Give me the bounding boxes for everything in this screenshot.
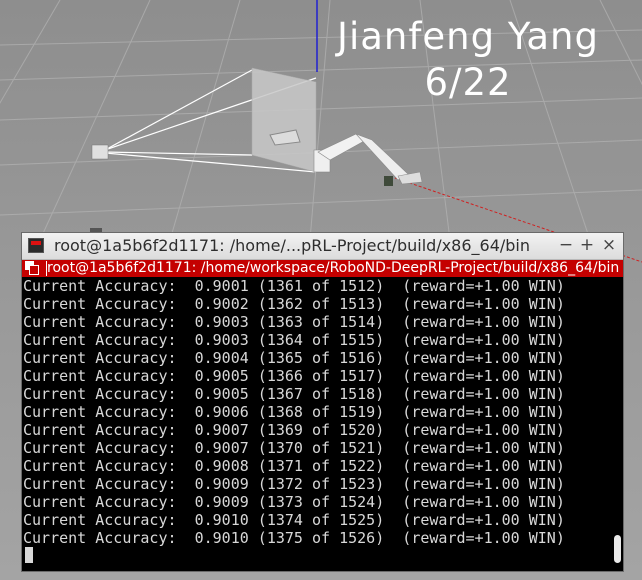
terminal-line: Current Accuracy: 0.9007 (1370 of 1521) … [23,439,565,457]
terminal-line: Current Accuracy: 0.9005 (1366 of 1517) … [23,367,565,385]
terminal-line: Current Accuracy: 0.9008 (1371 of 1522) … [23,457,565,475]
terminal-line: Current Accuracy: 0.9009 (1372 of 1523) … [23,475,565,493]
terminal-titlebar[interactable]: root@1a5b6f2d1171: /home/...pRL-Project/… [22,233,623,260]
maximize-button[interactable]: + [578,235,596,255]
terminal-line: Current Accuracy: 0.9007 (1369 of 1520) … [23,421,565,439]
tab-terminal[interactable]: root@1a5b6f2d1171: /home/workspace/RoboN… [47,260,623,277]
scrollbar-thumb[interactable] [614,535,621,563]
new-tab-icon[interactable] [25,261,40,276]
terminal-icon [28,238,44,253]
camera-body [91,144,109,160]
terminal-line: Current Accuracy: 0.9002 (1362 of 1513) … [23,295,565,313]
terminal-output[interactable]: Current Accuracy: 0.9001 (1361 of 1512) … [23,277,611,567]
terminal-line: Current Accuracy: 0.9009 (1373 of 1524) … [23,493,565,511]
terminal-line: Current Accuracy: 0.9010 (1374 of 1525) … [23,511,565,529]
minimize-button[interactable]: − [557,235,575,255]
date-overlay: 6/22 [424,61,512,104]
terminal-line: Current Accuracy: 0.9004 (1365 of 1516) … [23,349,565,367]
terminal-line: Current Accuracy: 0.9005 (1367 of 1518) … [23,385,565,403]
tab-bar[interactable]: root@1a5b6f2d1171: /home/workspace/RoboN… [22,260,623,277]
window-title: root@1a5b6f2d1171: /home/...pRL-Project/… [54,236,531,255]
author-name-overlay: Jianfeng Yang [337,15,599,58]
camera-image-plane [251,67,317,173]
terminal-line: Current Accuracy: 0.9006 (1368 of 1519) … [23,403,565,421]
close-button[interactable]: × [600,235,618,255]
terminal-window[interactable]: root@1a5b6f2d1171: /home/...pRL-Project/… [21,232,624,572]
terminal-line: Current Accuracy: 0.9003 (1363 of 1514) … [23,313,565,331]
scrollbar[interactable] [612,277,623,571]
terminal-line: Current Accuracy: 0.9010 (1375 of 1526) … [23,529,565,547]
text-cursor [25,547,33,563]
terminal-line: Current Accuracy: 0.9003 (1364 of 1515) … [23,331,565,349]
terminal-line: Current Accuracy: 0.9001 (1361 of 1512) … [23,277,565,295]
